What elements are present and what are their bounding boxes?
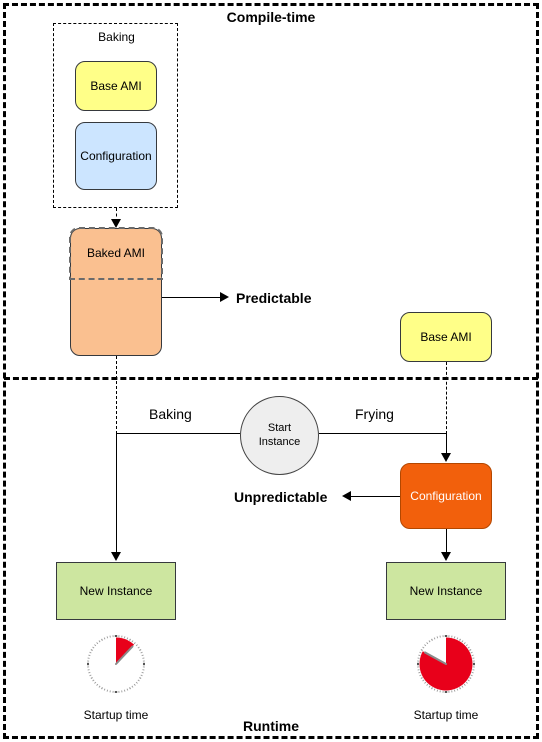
- arrowhead-left-icon: [342, 491, 351, 501]
- node-start-instance-label: Start Instance: [259, 422, 301, 450]
- connector-baked-ami-to-runtime: [116, 356, 117, 434]
- node-baked-ami-label: Baked AMI: [86, 246, 146, 260]
- connector-runtime-horizontal-right: [319, 433, 446, 434]
- label-predictable: Predictable: [236, 290, 312, 306]
- connector-base-ami-to-runtime: [446, 362, 447, 434]
- diagram-canvas: Compile-time Runtime Baking Base AMI Con…: [0, 0, 542, 742]
- arrowhead-down-icon: [111, 552, 121, 561]
- connector-runtime-horizontal-left: [116, 433, 240, 434]
- start-instance-line-2: Instance: [258, 435, 301, 448]
- stopwatch-icon-frying: [414, 632, 478, 696]
- start-instance-line-1: Start: [267, 421, 292, 434]
- caption-startup-time-baking: Startup time: [83, 708, 149, 722]
- node-start-instance[interactable]: Start Instance: [240, 396, 319, 475]
- edge-label-frying: Frying: [355, 406, 394, 422]
- stopwatch-svg-right: [417, 635, 475, 693]
- stopwatch-icon-baking: [84, 632, 148, 696]
- caption-startup-time-frying: Startup time: [413, 708, 479, 722]
- connector-baking-branch-to-new-instance: [116, 433, 117, 557]
- arrowhead-right-icon: [220, 292, 229, 302]
- arrowhead-down-icon: [441, 453, 451, 462]
- stopwatch-svg-left: [87, 635, 145, 693]
- node-new-instance-baking[interactable]: New Instance: [56, 562, 176, 620]
- node-new-instance-frying[interactable]: New Instance: [386, 562, 506, 620]
- connector-baked-ami-to-predictable: [162, 297, 222, 298]
- connector-configuration-to-unpredictable: [351, 496, 400, 497]
- node-configuration-runtime[interactable]: Configuration: [400, 463, 492, 529]
- edge-label-baking: Baking: [149, 406, 192, 422]
- label-unpredictable: Unpredictable: [234, 489, 328, 505]
- node-base-ami-frying[interactable]: Base AMI: [400, 312, 492, 362]
- node-base-ami-compile[interactable]: Base AMI: [75, 61, 157, 111]
- phase-divider: [4, 377, 538, 380]
- node-configuration-compile[interactable]: Configuration: [75, 122, 157, 190]
- arrowhead-down-icon: [441, 552, 451, 561]
- group-baking-label: Baking: [98, 30, 135, 44]
